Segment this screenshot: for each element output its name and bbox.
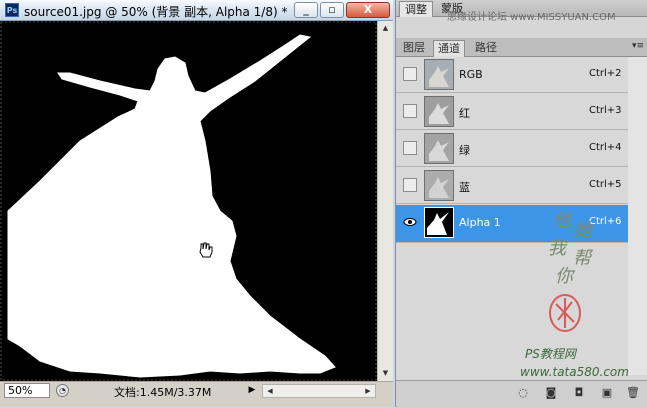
channel-name: 红 — [459, 107, 470, 120]
channel-name: 绿 — [459, 144, 470, 157]
duplicate-channel-icon[interactable]: ▣ — [600, 386, 614, 400]
tab-layers[interactable]: 图层 — [399, 40, 429, 56]
visibility-toggle[interactable] — [403, 104, 417, 118]
channel-row-blue[interactable]: 蓝 Ctrl+5 — [396, 168, 628, 204]
channel-thumbnail — [424, 170, 454, 201]
minimize-button[interactable]: _ — [294, 2, 318, 18]
document-statusbar: 50% ◔ 文档:1.45M/3.37M ▶ ◀ ▶ — [0, 381, 393, 400]
document-title: source01.jpg @ 50% (背景 副本, Alpha 1/8) * — [24, 5, 288, 19]
new-channel-icon[interactable]: ◘ — [572, 386, 586, 400]
watermark-char: 你 — [555, 266, 573, 287]
close-icon: X — [363, 3, 373, 16]
visibility-toggle[interactable] — [403, 67, 417, 81]
panel-tabbar: 图层 通道 路径 ▾≡ — [396, 38, 647, 57]
visibility-toggle[interactable] — [403, 178, 417, 192]
trash-icon[interactable]: 🗑 — [626, 386, 640, 400]
watermark-char: 帮 — [573, 248, 591, 269]
scroll-right-icon[interactable]: ▶ — [361, 385, 375, 397]
channel-thumbnail — [424, 207, 454, 238]
watermark-site: PS教程网 — [525, 347, 576, 361]
channel-row-rgb[interactable]: RGB Ctrl+2 — [396, 57, 628, 93]
watermark-char: 他 — [553, 210, 571, 231]
restore-icon: ▫ — [328, 3, 336, 16]
watermark-char: 她 — [574, 220, 592, 241]
channel-shortcut: Ctrl+5 — [589, 179, 622, 190]
minimize-icon: _ — [303, 3, 309, 16]
channel-name: 蓝 — [459, 181, 470, 194]
scroll-down-icon[interactable]: ▼ — [378, 366, 393, 381]
scroll-left-icon[interactable]: ◀ — [263, 385, 277, 397]
channel-row-red[interactable]: 红 Ctrl+3 — [396, 94, 628, 130]
channel-shortcut: Ctrl+4 — [589, 142, 622, 153]
zoom-icon[interactable]: ◔ — [56, 384, 69, 397]
restore-button[interactable]: ▫ — [320, 2, 344, 18]
vertical-scrollbar[interactable]: ▲ ▼ — [377, 21, 393, 381]
panel-menu-icon[interactable]: ▾≡ — [632, 41, 644, 51]
zoom-level-input[interactable]: 50% — [4, 383, 50, 398]
channel-thumbnail — [424, 59, 454, 90]
tab-adjustments[interactable]: 调整 — [399, 1, 433, 17]
channel-shortcut: Ctrl+6 — [589, 216, 622, 227]
image-canvas[interactable] — [0, 21, 377, 381]
load-selection-icon[interactable]: ◌ — [516, 386, 530, 400]
document-titlebar[interactable]: Ps source01.jpg @ 50% (背景 副本, Alpha 1/8)… — [0, 0, 393, 21]
channels-panel: 调整 蒙版 图层 通道 路径 ▾≡ RGB Ctrl+2 红 Ctrl+3 绿 … — [395, 0, 647, 408]
close-button[interactable]: X — [346, 2, 390, 18]
channel-shortcut: Ctrl+3 — [589, 105, 622, 116]
scroll-up-icon[interactable]: ▲ — [378, 21, 393, 36]
alpha-mask-image — [0, 21, 377, 381]
panel-footer: ◌ ◙ ◘ ▣ 🗑 — [396, 380, 647, 408]
visibility-toggle[interactable] — [403, 141, 417, 155]
watermark-top: 思缘设计论坛 www.MISSYUAN.COM — [447, 12, 616, 23]
watermark-seal — [549, 294, 581, 332]
channel-row-alpha1[interactable]: Alpha 1 Ctrl+6 — [396, 205, 628, 243]
channel-row-green[interactable]: 绿 Ctrl+4 — [396, 131, 628, 167]
watermark-url: www.tata580.com — [520, 365, 629, 379]
channel-list: RGB Ctrl+2 红 Ctrl+3 绿 Ctrl+4 蓝 Ctrl+5 Al… — [396, 57, 647, 375]
eye-icon[interactable] — [403, 215, 417, 229]
document-window: Ps source01.jpg @ 50% (背景 副本, Alpha 1/8)… — [0, 0, 393, 407]
photoshop-icon: Ps — [5, 3, 19, 17]
channel-thumbnail — [424, 133, 454, 164]
horizontal-scrollbar[interactable]: ◀ ▶ — [262, 384, 376, 398]
tab-channels[interactable]: 通道 — [433, 40, 465, 57]
channel-shortcut: Ctrl+2 — [589, 68, 622, 79]
document-size: 文档:1.45M/3.37M — [114, 386, 212, 399]
panel-scroll-strip — [628, 57, 647, 375]
status-menu-arrow-icon[interactable]: ▶ — [246, 384, 258, 397]
tab-paths[interactable]: 路径 — [471, 40, 501, 56]
channel-thumbnail — [424, 96, 454, 127]
channel-name: RGB — [459, 68, 483, 81]
channel-name: Alpha 1 — [459, 216, 501, 229]
watermark-char: 我 — [548, 238, 566, 259]
save-selection-icon[interactable]: ◙ — [544, 386, 558, 400]
